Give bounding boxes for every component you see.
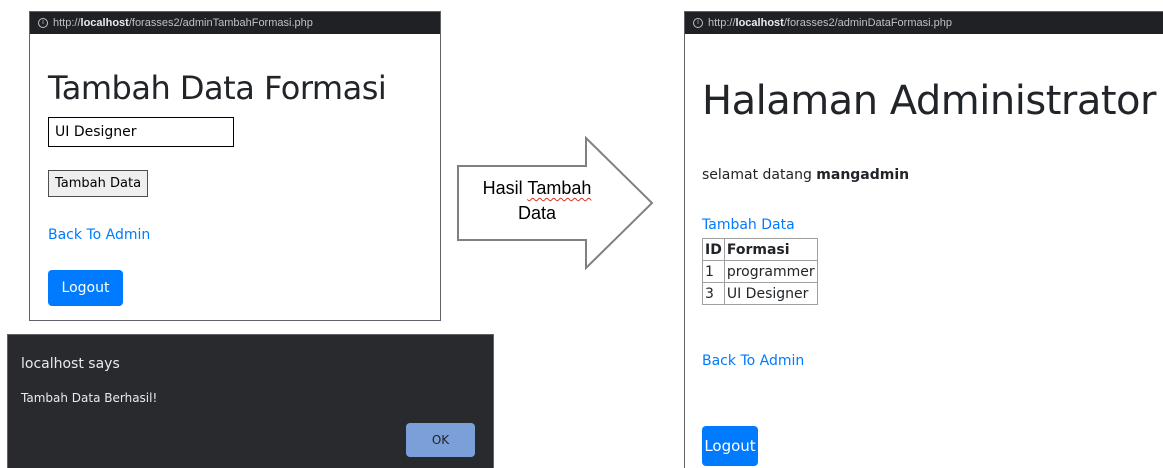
info-icon[interactable]: i [38, 18, 48, 28]
header-formasi: Formasi [723, 238, 818, 261]
info-icon[interactable]: i [693, 18, 703, 28]
formasi-input[interactable] [48, 117, 234, 147]
welcome-text: selamat datang mangadmin [702, 167, 909, 183]
formasi-table: ID Formasi 1 programmer 3 UI Designer [702, 238, 818, 305]
back-to-admin-link[interactable]: Back To Admin [48, 227, 150, 243]
tambah-data-button[interactable]: Tambah Data [48, 170, 149, 197]
cell-formasi: programmer [723, 260, 818, 283]
page-title: Tambah Data Formasi [48, 69, 387, 107]
url-host: localhost [735, 17, 784, 29]
arrow-label: Hasil Tambah Data [456, 176, 618, 226]
cell-id: 1 [702, 260, 725, 283]
url-host: localhost [80, 17, 129, 29]
page-title: Halaman Administrator [702, 78, 1156, 124]
header-id: ID [702, 238, 725, 261]
logout-button[interactable]: Logout [48, 270, 123, 306]
table-row: 1 programmer [702, 260, 818, 283]
table-row: 3 UI Designer [702, 282, 818, 305]
ok-button[interactable]: OK [406, 423, 475, 457]
add-formasi-window: i http://localhost/forasses2/adminTambah… [29, 11, 441, 321]
url-prefix: http:// [708, 17, 736, 29]
address-bar[interactable]: i http://localhost/forasses2/adminDataFo… [685, 12, 1163, 34]
data-formasi-window: i http://localhost/forasses2/adminDataFo… [684, 11, 1163, 468]
arrow-label-word1: Hasil [482, 178, 528, 198]
dialog-title: localhost says [21, 356, 120, 372]
cell-id: 3 [702, 282, 725, 305]
arrow-label-line2: Data [517, 203, 557, 223]
alert-dialog: localhost says Tambah Data Berhasil! OK [7, 334, 494, 468]
url-path: /forasses2/adminDataFormasi.php [783, 17, 952, 29]
url-path: /forasses2/adminTambahFormasi.php [128, 17, 313, 29]
arrow-label-word2: Tambah [527, 178, 592, 198]
logout-button[interactable]: Logout [702, 426, 758, 466]
dialog-message: Tambah Data Berhasil! [21, 391, 158, 405]
tambah-data-link[interactable]: Tambah Data [702, 217, 795, 233]
username: mangadmin [816, 167, 910, 183]
welcome-label: selamat datang [702, 167, 817, 183]
table-header-row: ID Formasi [702, 238, 818, 261]
address-bar[interactable]: i http://localhost/forasses2/adminTambah… [30, 12, 440, 34]
url-prefix: http:// [53, 17, 81, 29]
back-to-admin-link[interactable]: Back To Admin [702, 353, 804, 369]
cell-formasi: UI Designer [723, 282, 818, 305]
